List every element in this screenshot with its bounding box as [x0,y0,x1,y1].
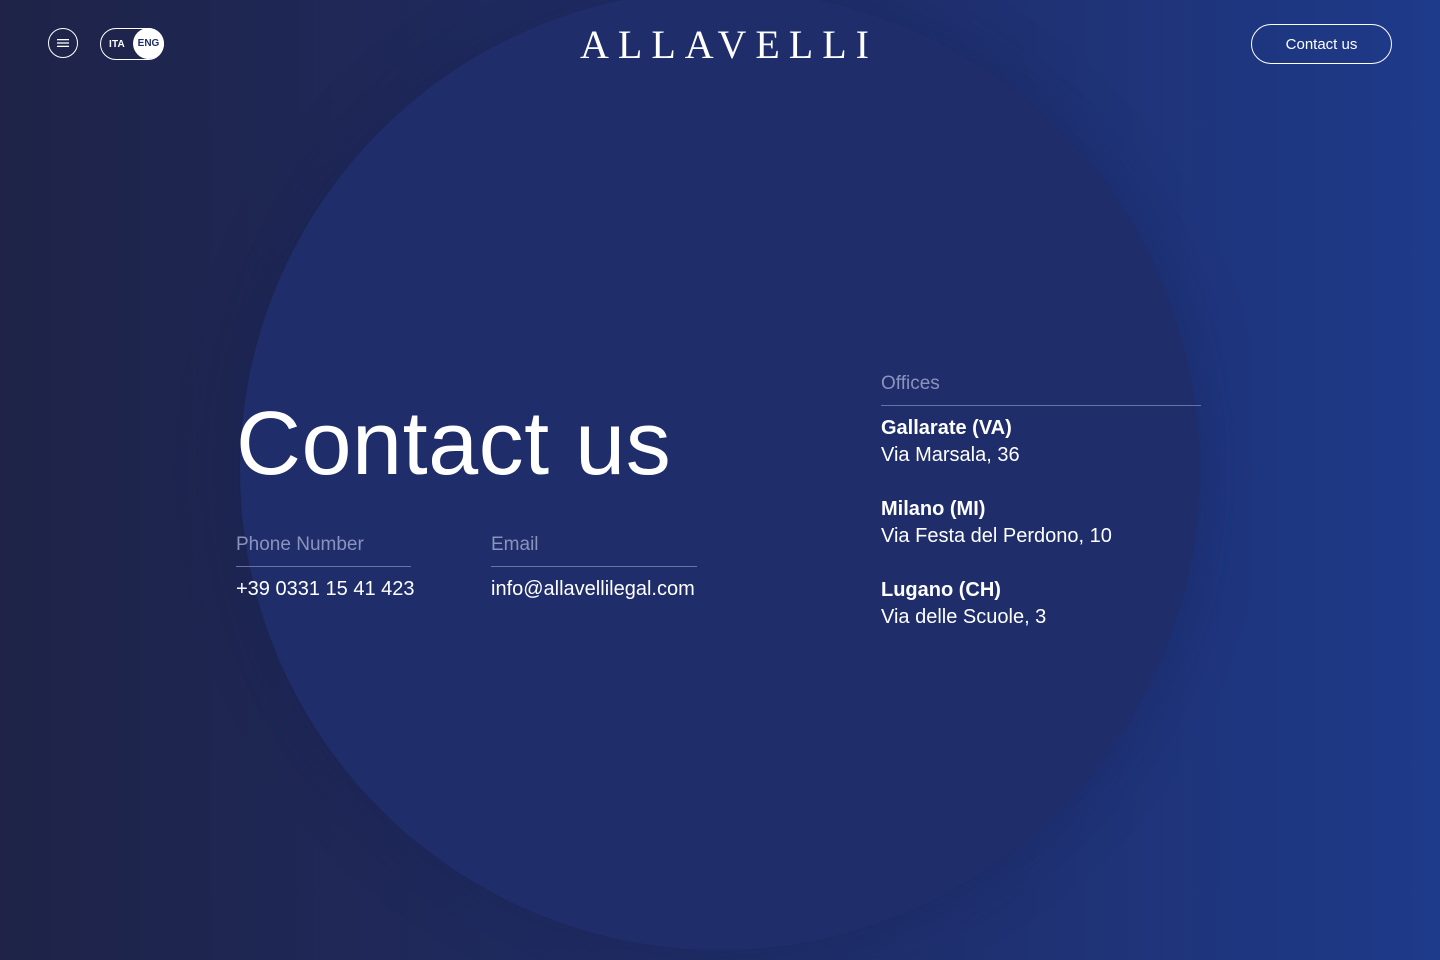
email-divider [491,566,697,567]
language-option-eng-selected[interactable]: ENG [133,28,164,59]
office-address: Via Festa del Perdono, 10 [881,525,1112,547]
office-lugano: Lugano (CH) Via delle Scuole, 3 [881,577,1046,631]
brand-logo[interactable]: ALLAVELLI [580,25,869,65]
office-city: Gallarate (VA) [881,417,1012,439]
phone-label: Phone Number [236,534,364,555]
page-title: Contact us [236,394,672,494]
hamburger-menu-icon [57,39,69,47]
menu-button[interactable] [48,28,78,58]
office-address: Via delle Scuole, 3 [881,606,1047,628]
offices-divider [881,405,1201,406]
language-toggle[interactable]: ITA ENG [100,28,164,60]
email-label: Email [491,534,539,555]
phone-divider [236,566,411,567]
offices-label: Offices [881,373,940,394]
office-city: Milano (MI) [881,498,986,520]
office-milano: Milano (MI) Via Festa del Perdono, 10 [881,496,1112,550]
phone-number-link[interactable]: +39 0331 15 41 423 [236,577,415,601]
office-city: Lugano (CH) [881,579,1001,601]
contact-us-button[interactable]: Contact us [1251,24,1392,64]
language-option-ita[interactable]: ITA [101,39,133,50]
office-address: Via Marsala, 36 [881,444,1020,466]
office-gallarate: Gallarate (VA) Via Marsala, 36 [881,415,1020,469]
email-link[interactable]: info@allavellilegal.com [491,577,695,601]
